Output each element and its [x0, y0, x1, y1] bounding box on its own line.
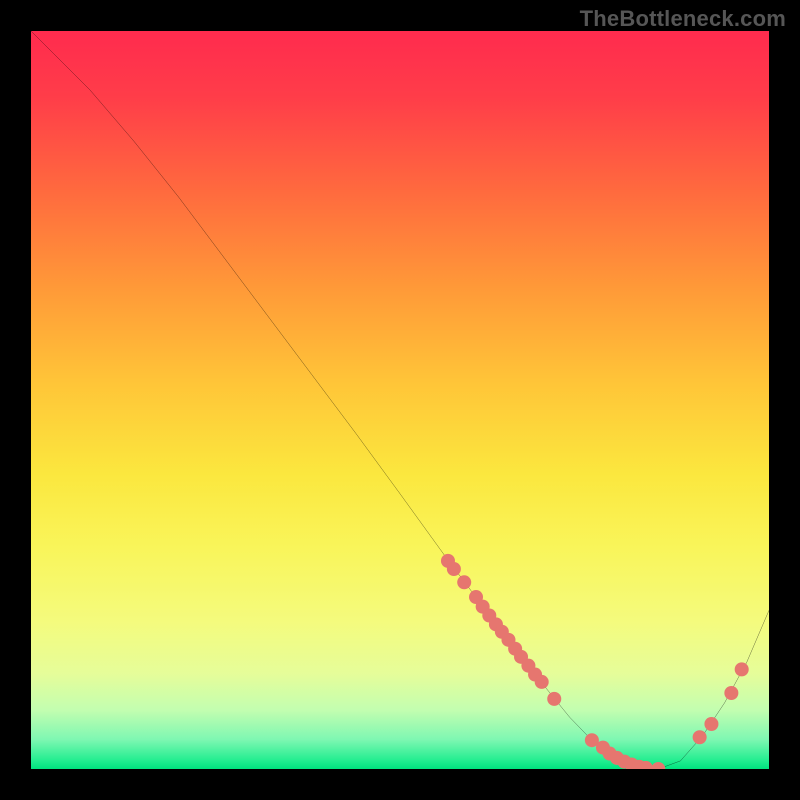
plot-area [31, 31, 769, 769]
curve-marker [651, 762, 665, 769]
bottleneck-curve [31, 31, 769, 769]
attribution-label: TheBottleneck.com [580, 6, 786, 32]
curve-marker [547, 692, 561, 706]
curve-marker [693, 730, 707, 744]
chart-container: TheBottleneck.com [0, 0, 800, 800]
curve-marker [704, 717, 718, 731]
curve-marker [735, 662, 749, 676]
curve-marker [535, 675, 549, 689]
curve-marker [457, 575, 471, 589]
curve-marker [724, 686, 738, 700]
curve-marker [447, 562, 461, 576]
